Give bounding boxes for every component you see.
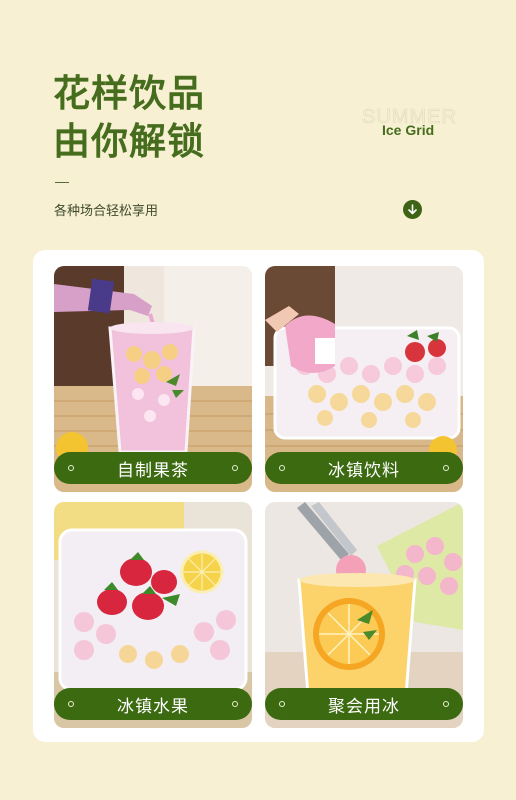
dot-icon — [279, 465, 285, 471]
dot-icon — [443, 465, 449, 471]
page-title: 花样饮品 由你解锁 — [53, 70, 205, 166]
scenario-card: 自制果茶 冰镇饮料 冰镇水果 聚会用冰 — [33, 250, 484, 742]
tile-label: 聚会用冰 — [328, 696, 400, 717]
ice-grid-label: Ice Grid — [382, 122, 435, 138]
label-pill: 聚会用冰 — [265, 688, 463, 720]
tile-fruit-tea[interactable]: 自制果茶 — [54, 266, 252, 492]
tile-chilled-drinks[interactable]: 冰镇饮料 — [265, 266, 463, 492]
scroll-down-button[interactable] — [403, 200, 422, 219]
label-pill: 自制果茶 — [54, 452, 252, 484]
title-line-1: 花样饮品 — [53, 72, 205, 115]
dot-icon — [68, 701, 74, 707]
tile-label: 自制果茶 — [117, 460, 189, 481]
dot-icon — [443, 701, 449, 707]
tile-label: 冰镇水果 — [117, 696, 189, 717]
label-pill: 冰镇水果 — [54, 688, 252, 720]
dot-icon — [279, 701, 285, 707]
divider — [55, 182, 69, 183]
tile-label: 冰镇饮料 — [328, 460, 400, 481]
arrow-down-icon — [408, 204, 417, 215]
dot-icon — [232, 701, 238, 707]
dot-icon — [232, 465, 238, 471]
subtitle: 各种场合轻松享用 — [54, 204, 159, 219]
label-pill: 冰镇饮料 — [265, 452, 463, 484]
tile-chilled-fruit[interactable]: 冰镇水果 — [54, 502, 252, 728]
dot-icon — [68, 465, 74, 471]
tile-party-ice[interactable]: 聚会用冰 — [265, 502, 463, 728]
title-line-2: 由你解锁 — [53, 120, 205, 163]
